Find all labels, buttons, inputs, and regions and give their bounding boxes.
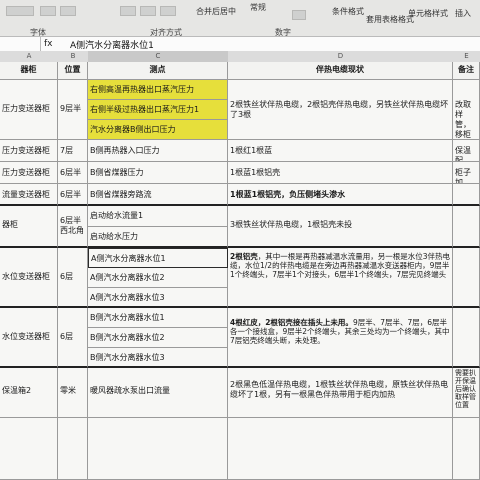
cell-position[interactable]: 6层 <box>58 248 88 308</box>
cell-position[interactable]: 零米 <box>58 368 88 418</box>
cell-status[interactable]: 4根红皮，2根铝壳接在插头上未用。9层半、7层半、7层，6层半各一个接线盒，9层… <box>228 308 453 368</box>
ribbon-buttons-row: 合并后居中 常规 条件格式 套用表格格式 单元格样式 插入 <box>0 0 480 25</box>
status-bold-part: 2根铝壳 <box>230 252 258 261</box>
cell-point[interactable]: 右侧半级过热器出口蒸汽压力1 <box>88 100 228 120</box>
status-text-part: ，其中一根是再热器减温水流量用，另一根是水位3伴热电缆，水位1/2的伴热电缆是在… <box>230 252 450 279</box>
cell-status[interactable]: 1根红1根蓝 <box>228 140 453 162</box>
cell-position[interactable]: 6层 <box>58 308 88 368</box>
formula-bar: fx A侧汽水分离器水位1 <box>0 36 480 52</box>
header-point[interactable]: 测点 <box>88 62 228 80</box>
align-right-button[interactable] <box>160 6 176 16</box>
number-format-select[interactable]: 常规 <box>250 2 266 13</box>
cell-point[interactable]: B侧省煤器旁路流 <box>88 184 228 206</box>
cell-note[interactable]: 需要扒开保温后确认取样管位置 <box>453 368 480 418</box>
cell-note[interactable]: 改取样管，移柜 <box>453 80 480 140</box>
cell-position[interactable]: 6层半 <box>58 162 88 184</box>
empty-cell[interactable] <box>58 418 88 480</box>
empty-cell[interactable] <box>228 418 453 480</box>
cell-point[interactable]: B侧汽水分离器水位1 <box>88 308 228 328</box>
column-header-b[interactable]: B <box>58 51 88 62</box>
cell-device[interactable]: 保温箱2 <box>0 368 58 418</box>
cell-point[interactable]: 启动给水流量1 <box>88 206 228 227</box>
cell-device[interactable]: 压力变送器柜 <box>0 80 58 140</box>
cell-point[interactable]: B侧省煤器压力 <box>88 162 228 184</box>
empty-cell[interactable] <box>88 418 228 480</box>
cell-point[interactable]: 暖风器疏水泵出口流量 <box>88 368 228 418</box>
insert-button[interactable]: 插入 <box>455 8 471 19</box>
cell-note[interactable]: 柜子加 <box>453 162 480 184</box>
cell-note[interactable] <box>453 206 480 248</box>
cell-point[interactable]: A侧汽水分离器水位2 <box>88 268 228 288</box>
cell-device[interactable]: 水位变送器柜 <box>0 308 58 368</box>
cell-status[interactable]: 3根铁丝状伴热电缆，1根铝壳未投 <box>228 206 453 248</box>
cell-point-selected[interactable]: A侧汽水分离器水位1 <box>88 248 228 268</box>
bold-button[interactable] <box>40 6 56 16</box>
cell-note[interactable]: 保温配 <box>453 140 480 162</box>
cell-status[interactable]: 2根黑色低温伴热电缆，1根铁丝状伴热电缆，原铁丝状伴热电缆坏了1根，另有一根黑色… <box>228 368 453 418</box>
cell-style-button[interactable]: 单元格样式 <box>408 8 448 19</box>
formula-input[interactable]: A侧汽水分离器水位1 <box>70 38 154 51</box>
cell-point[interactable]: 汽水分离器B侧出口压力 <box>88 120 228 140</box>
name-box[interactable] <box>0 37 41 51</box>
column-header-d[interactable]: D <box>228 51 453 62</box>
cell-point[interactable]: A侧汽水分离器水位3 <box>88 288 228 308</box>
header-status[interactable]: 伴热电缆现状 <box>228 62 453 80</box>
header-note[interactable]: 备注 <box>453 62 480 80</box>
empty-cell[interactable] <box>453 418 480 480</box>
cell-device[interactable]: 流量变送器柜 <box>0 184 58 206</box>
font-button[interactable] <box>6 6 34 16</box>
column-header-a[interactable]: A <box>0 51 58 62</box>
cell-device[interactable]: 压力变送器柜 <box>0 140 58 162</box>
cell-note[interactable] <box>453 184 480 206</box>
cell-point[interactable]: 右侧高温再热器出口蒸汽压力 <box>88 80 228 100</box>
cell-note[interactable] <box>453 248 480 308</box>
ribbon-toolbar: 合并后居中 常规 条件格式 套用表格格式 单元格样式 插入 字体 对齐方式 数字 <box>0 0 480 37</box>
column-header-c[interactable]: C <box>88 51 228 62</box>
empty-cell[interactable] <box>0 418 58 480</box>
cell-status[interactable]: 1根蓝1根铝壳，负压侧堵头渗水 <box>228 184 453 206</box>
cell-device[interactable]: 水位变送器柜 <box>0 248 58 308</box>
cell-status[interactable]: 2根铝壳，其中一根是再热器减温水流量用，另一根是水位3伴热电缆，水位1/2的伴热… <box>228 248 453 308</box>
cell-point[interactable]: B侧汽水分离器水位2 <box>88 328 228 348</box>
table-format-button[interactable]: 套用表格格式 <box>366 14 414 25</box>
cell-position[interactable]: 7层 <box>58 140 88 162</box>
percent-button[interactable] <box>292 10 306 20</box>
cell-position[interactable]: 6层半西北角 <box>58 206 88 248</box>
cell-position[interactable]: 9层半 <box>58 80 88 140</box>
cell-device[interactable]: 器柜 <box>0 206 58 248</box>
column-header-e[interactable]: E <box>453 51 480 62</box>
merge-center-button[interactable]: 合并后居中 <box>196 6 236 17</box>
header-position[interactable]: 位置 <box>58 62 88 80</box>
cell-point[interactable]: B侧汽水分离器水位3 <box>88 348 228 368</box>
cell-position[interactable]: 6层半 <box>58 184 88 206</box>
conditional-format-button[interactable]: 条件格式 <box>332 6 364 17</box>
align-left-button[interactable] <box>120 6 136 16</box>
status-bold-part: 4根红皮，2根铝壳接在插头上未用。 <box>230 318 353 327</box>
italic-button[interactable] <box>60 6 76 16</box>
cell-point[interactable]: 启动给水压力 <box>88 227 228 248</box>
header-device[interactable]: 器柜 <box>0 62 58 80</box>
cell-device[interactable]: 压力变送器柜 <box>0 162 58 184</box>
cell-status[interactable]: 1根蓝1根铝壳 <box>228 162 453 184</box>
align-center-button[interactable] <box>140 6 156 16</box>
fx-icon[interactable]: fx <box>44 39 53 49</box>
cell-note[interactable] <box>453 308 480 368</box>
cell-status[interactable]: 2根铁丝状伴热电缆，2根铝壳伴热电缆，另铁丝状伴热电缆坏了3根 <box>228 80 453 140</box>
cell-point[interactable]: B侧再热器入口压力 <box>88 140 228 162</box>
